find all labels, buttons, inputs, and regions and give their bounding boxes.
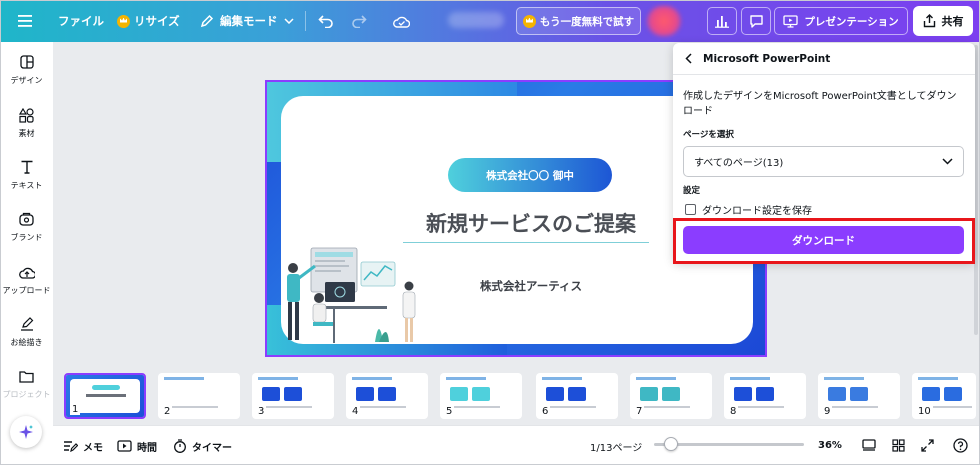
window-frame xyxy=(0,0,980,465)
